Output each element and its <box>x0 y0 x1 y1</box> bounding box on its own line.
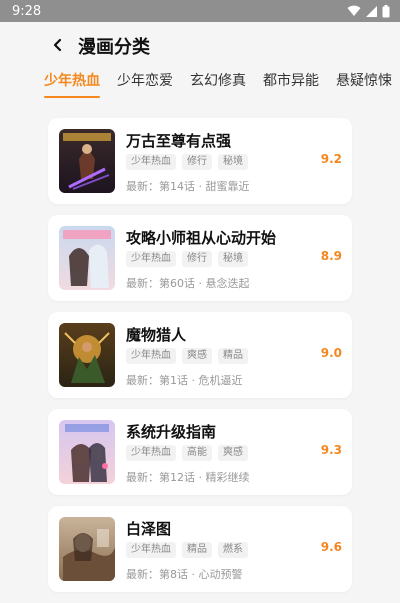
comic-cover <box>59 129 115 193</box>
comic-tag: 少年热血 <box>126 348 176 364</box>
comic-cover <box>59 517 115 581</box>
comic-tags: 少年热血 精品 燃系 <box>126 542 248 558</box>
comic-card[interactable]: 攻略小师祖从心动开始 少年热血 修行 秘境 最新：第60话 · 悬念迭起 8.9 <box>48 215 352 301</box>
comic-tag: 精品 <box>218 348 248 364</box>
comic-tag: 少年热血 <box>126 251 176 267</box>
comic-tag: 修行 <box>182 251 212 267</box>
comic-card[interactable]: 魔物猎人 少年热血 爽感 精品 最新：第1话 · 危机逼近 9.0 <box>48 312 352 398</box>
comic-cover <box>59 226 115 290</box>
comic-title: 攻略小师祖从心动开始 <box>126 229 277 247</box>
comic-score: 9.2 <box>320 152 342 166</box>
comic-score: 9.3 <box>320 443 342 457</box>
comic-card[interactable]: 白泽图 少年热血 精品 燃系 最新：第8话 · 心动预警 9.6 <box>48 506 352 592</box>
comic-latest-chapter: 最新：第12话 · 精彩继续 <box>126 471 250 484</box>
comic-tag: 秘境 <box>218 251 248 267</box>
comic-title: 万古至尊有点强 <box>126 132 232 150</box>
comic-score: 8.9 <box>320 249 342 263</box>
status-icons <box>347 4 390 18</box>
comic-tag: 少年热血 <box>126 542 176 558</box>
status-time: 9:28 <box>12 3 42 19</box>
tab-xuanhuan-xiuzhen[interactable]: 玄幻修真 <box>190 70 246 98</box>
comic-latest-chapter: 最新：第60话 · 悬念迭起 <box>126 277 250 290</box>
comic-tags: 少年热血 修行 秘境 <box>126 251 248 267</box>
comic-score: 9.0 <box>320 346 342 360</box>
page-title: 漫画分类 <box>78 37 150 58</box>
comic-tag: 少年热血 <box>126 154 176 170</box>
comic-cover <box>59 420 115 484</box>
wifi-icon <box>347 5 361 17</box>
category-tabs: 少年热血 少年恋爱 玄幻修真 都市异能 悬疑惊悚 <box>0 70 400 104</box>
tab-xuanyi-jingsong[interactable]: 悬疑惊悚 <box>336 70 392 98</box>
comic-latest-chapter: 最新：第1话 · 危机逼近 <box>126 374 243 387</box>
comic-title: 魔物猎人 <box>126 326 187 344</box>
comic-tags: 少年热血 高能 爽感 <box>126 445 248 461</box>
comic-tag: 修行 <box>182 154 212 170</box>
comic-title: 系统升级指南 <box>126 423 217 441</box>
signal-icon <box>366 5 377 17</box>
comic-tag: 高能 <box>182 445 212 461</box>
comic-tag: 爽感 <box>182 348 212 364</box>
comic-tag: 燃系 <box>218 542 248 558</box>
tab-dushi-yineng[interactable]: 都市异能 <box>263 70 319 98</box>
comic-list: 万古至尊有点强 少年热血 修行 秘境 最新：第14话 · 甜蜜靠近 9.2 攻略… <box>48 118 352 603</box>
comic-latest-chapter: 最新：第8话 · 心动预警 <box>126 568 243 581</box>
comic-card[interactable]: 万古至尊有点强 少年热血 修行 秘境 最新：第14话 · 甜蜜靠近 9.2 <box>48 118 352 204</box>
comic-tags: 少年热血 修行 秘境 <box>126 154 248 170</box>
comic-score: 9.6 <box>320 540 342 554</box>
comic-card[interactable]: 系统升级指南 少年热血 高能 爽感 最新：第12话 · 精彩继续 9.3 <box>48 409 352 495</box>
battery-icon <box>382 4 390 18</box>
back-button[interactable] <box>40 28 76 64</box>
comic-tags: 少年热血 爽感 精品 <box>126 348 248 364</box>
comic-tag: 精品 <box>182 542 212 558</box>
comic-latest-chapter: 最新：第14话 · 甜蜜靠近 <box>126 180 250 193</box>
top-app-bar: 漫画分类 <box>0 22 400 70</box>
comic-cover <box>59 323 115 387</box>
comic-tag: 少年热血 <box>126 445 176 461</box>
tab-shaonian-lianai[interactable]: 少年恋爱 <box>117 70 173 98</box>
comic-tag: 秘境 <box>218 154 248 170</box>
comic-title: 白泽图 <box>126 520 172 538</box>
chevron-left-icon <box>52 37 64 56</box>
comic-tag: 爽感 <box>218 445 248 461</box>
status-bar: 9:28 <box>0 0 400 22</box>
tab-shaonian-rexue[interactable]: 少年热血 <box>44 70 100 98</box>
